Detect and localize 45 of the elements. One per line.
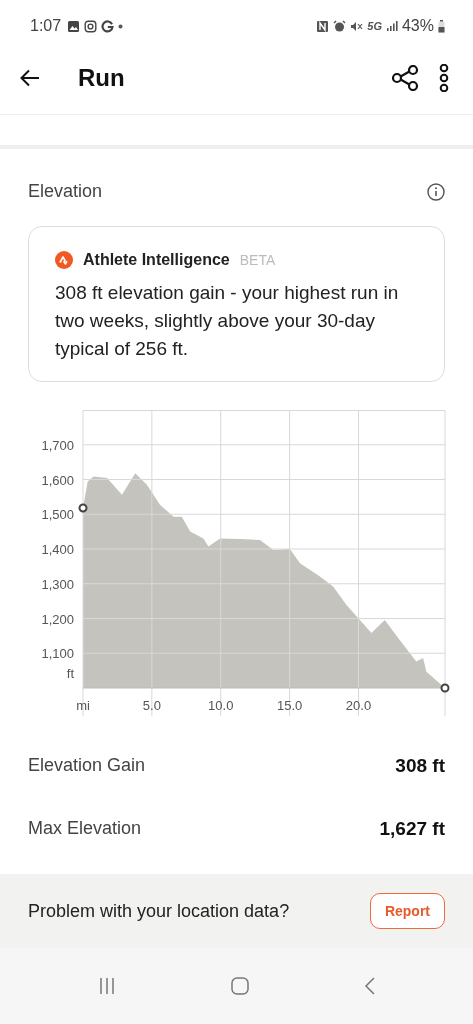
bolt-icon bbox=[55, 251, 73, 269]
battery-percent: 43% bbox=[401, 17, 434, 35]
recent-apps-icon[interactable] bbox=[97, 978, 116, 994]
gallery-icon bbox=[67, 19, 81, 33]
page-title: Run bbox=[78, 64, 125, 92]
y-tick-label: 1,400 bbox=[41, 542, 74, 557]
battery-icon bbox=[438, 19, 445, 33]
y-tick-label: 1,700 bbox=[41, 437, 74, 453]
insight-text: 308 ft elevation gain - your highest run in two weeks, slightly above your 30-day typical of 256 ft. bbox=[55, 281, 400, 361]
stat-value: 1,627 ft bbox=[379, 817, 445, 840]
home-icon[interactable] bbox=[230, 977, 249, 995]
x-tick-label: mi bbox=[76, 698, 90, 713]
alarm-icon bbox=[333, 19, 347, 33]
back-icon[interactable] bbox=[363, 977, 376, 995]
insight-title: Athlete Intelligence bbox=[83, 251, 230, 269]
more-icon bbox=[439, 64, 449, 92]
report-button[interactable]: Report bbox=[369, 893, 445, 929]
stat-label: Elevation Gain bbox=[28, 755, 146, 776]
dot-icon bbox=[118, 23, 124, 29]
signal-icon bbox=[385, 20, 398, 32]
end-marker bbox=[440, 683, 450, 693]
x-tick-label: 20.0 bbox=[345, 698, 372, 713]
stat-value: 308 ft bbox=[395, 754, 445, 777]
x-tick-label: 5.0 bbox=[142, 698, 161, 713]
y-tick-label: 1,300 bbox=[41, 576, 74, 592]
section-title: Elevation bbox=[28, 181, 103, 202]
info-icon[interactable] bbox=[427, 182, 445, 201]
y-axis-label: ft bbox=[66, 666, 74, 681]
y-tick-label: 1,600 bbox=[41, 472, 74, 488]
share-icon bbox=[391, 65, 419, 91]
y-tick-label: 1,100 bbox=[41, 646, 74, 662]
stat-label: Max Elevation bbox=[28, 818, 142, 839]
beta-label: BETA bbox=[239, 252, 276, 268]
network-label: 5G bbox=[367, 20, 382, 32]
y-tick-label: 1,500 bbox=[41, 507, 74, 523]
x-tick-label: 10.0 bbox=[208, 698, 234, 713]
g-icon bbox=[101, 19, 115, 33]
status-time: 1:07 bbox=[30, 17, 62, 35]
y-tick-label: 1,200 bbox=[41, 611, 74, 627]
x-tick-label: 15.0 bbox=[276, 698, 303, 713]
report-prompt: Problem with your location data? bbox=[28, 900, 290, 922]
start-marker bbox=[78, 503, 88, 513]
camera-icon bbox=[84, 19, 98, 33]
back-arrow-icon bbox=[20, 69, 40, 87]
nfc-icon bbox=[316, 19, 330, 33]
